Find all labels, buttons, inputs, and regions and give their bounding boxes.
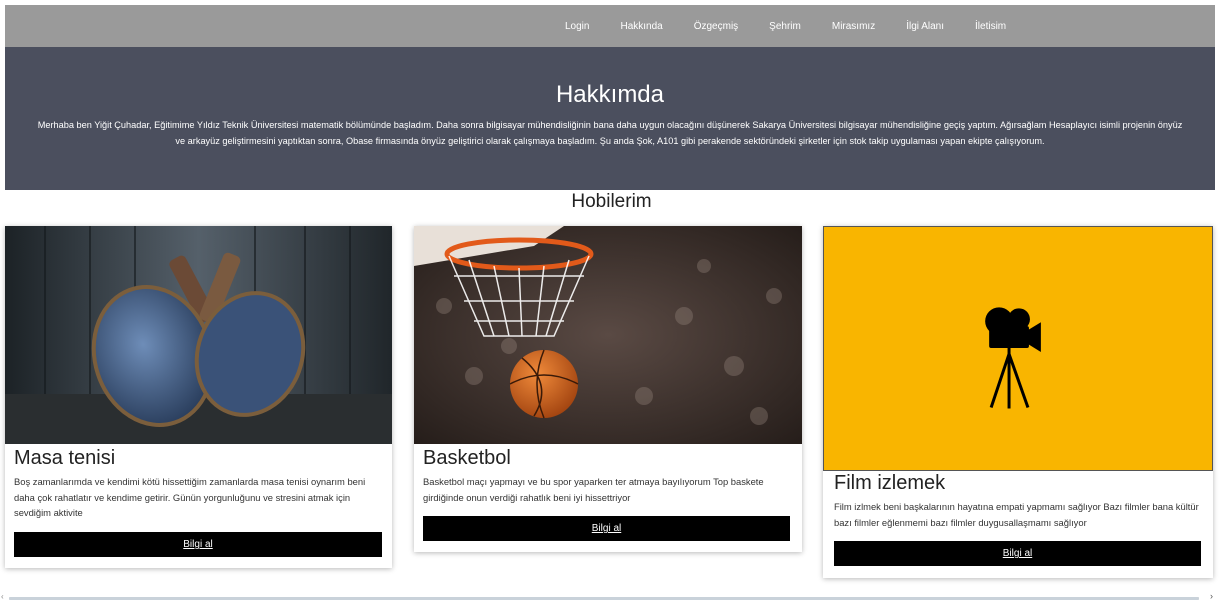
hobbies-title: Hobilerim bbox=[571, 191, 652, 212]
basketball-hoop-icon bbox=[414, 226, 802, 444]
scroll-thumb[interactable] bbox=[9, 597, 1199, 600]
film-image bbox=[823, 226, 1213, 471]
nav-login[interactable]: Login bbox=[565, 21, 589, 32]
nav-interests[interactable]: İlgi Alanı bbox=[906, 21, 944, 32]
nav-contact[interactable]: İletisim bbox=[975, 21, 1006, 32]
scroll-right-icon[interactable]: › bbox=[1210, 591, 1213, 601]
hobby-card-basketball: Basketbol Basketbol maçı yapmayı ve bu s… bbox=[414, 226, 802, 552]
card-title: Masa tenisi bbox=[14, 447, 116, 469]
info-button[interactable]: Bilgi al bbox=[14, 532, 382, 557]
top-navbar: Login Hakkında Özgeçmiş Şehrim Mirasımız… bbox=[5, 5, 1215, 47]
card-description: Boş zamanlarımda ve kendimi kötü hissett… bbox=[14, 476, 366, 518]
nav-links: Login Hakkında Özgeçmiş Şehrim Mirasımız… bbox=[565, 5, 1037, 47]
hobby-card-film: Film izlemek Film izlmek beni başkaların… bbox=[823, 226, 1213, 578]
table-tennis-image bbox=[5, 226, 392, 444]
info-button[interactable]: Bilgi al bbox=[423, 516, 790, 541]
movie-camera-icon bbox=[824, 227, 1212, 470]
nav-about[interactable]: Hakkında bbox=[620, 21, 662, 32]
nav-heritage[interactable]: Mirasımız bbox=[832, 21, 875, 32]
basketball-image bbox=[414, 226, 802, 444]
scroll-left-icon[interactable]: ‹ bbox=[1, 592, 4, 601]
card-description: Basketbol maçı yapmayı ve bu spor yapark… bbox=[423, 476, 764, 503]
card-description: Film izlmek beni başkalarının hayatına e… bbox=[834, 501, 1199, 528]
horizontal-scrollbar[interactable]: ‹ › bbox=[0, 591, 1223, 602]
about-text: Merhaba ben Yiğit Çuhadar, Eğitimime Yıl… bbox=[37, 120, 1183, 146]
card-title: Basketbol bbox=[423, 447, 511, 469]
hobby-card-table-tennis: Masa tenisi Boş zamanlarımda ve kendimi … bbox=[5, 226, 392, 568]
ping-pong-paddles-icon bbox=[5, 226, 392, 444]
nav-resume[interactable]: Özgeçmiş bbox=[694, 21, 738, 32]
about-title: Hakkımda bbox=[555, 81, 665, 108]
nav-city[interactable]: Şehrim bbox=[769, 21, 801, 32]
about-hero: Hakkımda Merhaba ben Yiğit Çuhadar, Eğit… bbox=[5, 47, 1215, 190]
info-button[interactable]: Bilgi al bbox=[834, 541, 1201, 566]
card-title: Film izlemek bbox=[834, 472, 946, 494]
